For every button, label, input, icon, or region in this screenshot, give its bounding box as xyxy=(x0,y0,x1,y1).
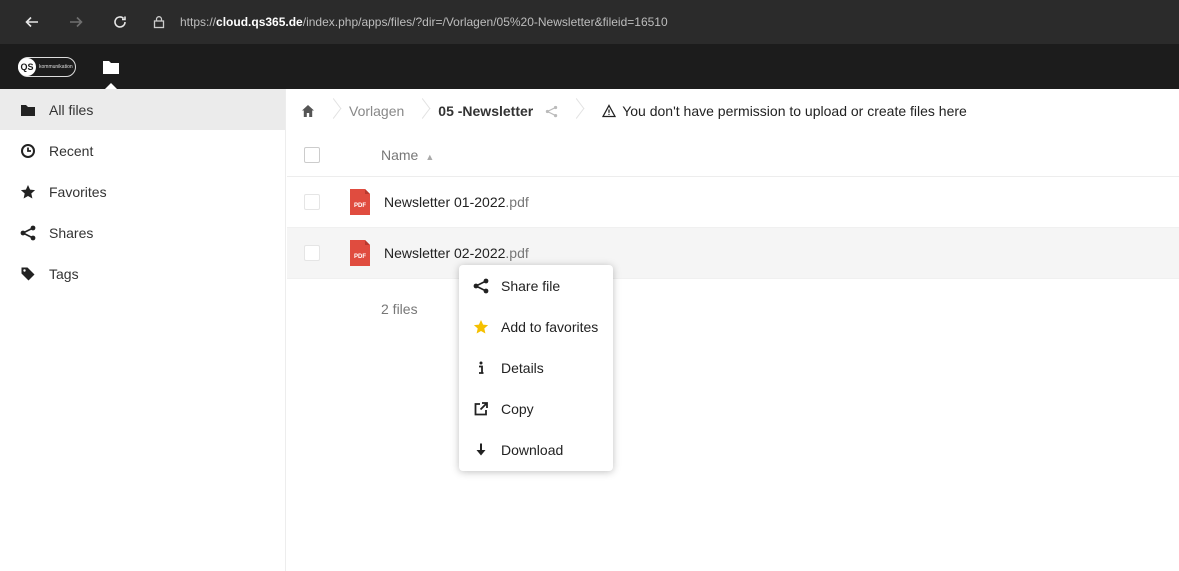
back-button[interactable] xyxy=(16,6,48,38)
app-header: QS kommunikation xyxy=(0,44,1179,89)
file-name[interactable]: Newsletter 02-2022.pdf xyxy=(384,245,529,261)
file-extension: .pdf xyxy=(505,245,529,261)
row-checkbox[interactable] xyxy=(304,194,320,210)
sidebar-item-label: All files xyxy=(49,101,94,118)
home-icon xyxy=(302,105,314,117)
sidebar-item-tags[interactable]: Tags xyxy=(0,253,285,294)
menu-item-label: Add to favorites xyxy=(501,318,599,335)
logo-badge: QS xyxy=(18,57,36,76)
sidebar-item-shares[interactable]: Shares xyxy=(0,212,285,253)
sidebar-item-recent[interactable]: Recent xyxy=(0,130,285,171)
sidebar-item-label: Tags xyxy=(49,265,79,282)
sidebar-item-label: Favorites xyxy=(49,183,107,200)
table-header: Name ▲ xyxy=(287,133,1179,177)
file-context-menu: Share file Add to favorites Details Copy… xyxy=(459,265,613,471)
permission-warning: You don't have permission to upload or c… xyxy=(602,103,967,119)
url-text: https://cloud.qs365.de/index.php/apps/fi… xyxy=(180,15,668,29)
reload-icon xyxy=(114,16,126,28)
arrow-left-icon xyxy=(25,16,38,28)
folder-icon xyxy=(103,60,119,74)
file-list-view: Vorlagen 05 -Newsletter You don't have p… xyxy=(287,89,1179,571)
menu-item-label: Download xyxy=(501,441,564,458)
clock-icon xyxy=(20,143,36,159)
breadcrumb: Vorlagen 05 -Newsletter You don't have p… xyxy=(287,89,1179,133)
share-icon xyxy=(546,105,558,117)
breadcrumb-separator xyxy=(416,98,426,124)
pdf-file-icon-label: PDF xyxy=(354,254,366,260)
name-column-header[interactable]: Name ▲ xyxy=(381,147,434,163)
home-button[interactable] xyxy=(301,104,315,118)
sidebar-item-label: Shares xyxy=(49,224,94,241)
forward-button[interactable] xyxy=(60,6,92,38)
sort-ascending-icon: ▲ xyxy=(425,151,435,162)
url-prefix: https:// xyxy=(180,15,217,29)
file-basename: Newsletter 01-2022 xyxy=(384,194,506,210)
lock-icon xyxy=(153,16,165,29)
name-header-label: Name xyxy=(381,146,419,163)
menu-item-share-file[interactable]: Share file xyxy=(459,265,613,306)
menu-item-label: Copy xyxy=(501,400,534,417)
star-icon xyxy=(20,184,36,200)
menu-item-add-to-favorites[interactable]: Add to favorites xyxy=(459,306,613,347)
pdf-file-icon: PDF xyxy=(348,240,372,266)
file-name[interactable]: Newsletter 01-2022.pdf xyxy=(384,194,529,210)
file-extension: .pdf xyxy=(505,194,529,210)
download-icon xyxy=(473,442,489,458)
files-app-button[interactable] xyxy=(102,58,120,76)
share-icon xyxy=(20,225,36,241)
menu-item-download[interactable]: Download xyxy=(459,429,613,470)
pdf-file-icon-label: PDF xyxy=(354,203,366,209)
file-basename: Newsletter 02-2022 xyxy=(384,245,506,261)
menu-item-label: Details xyxy=(501,359,544,376)
breadcrumb-separator xyxy=(327,98,337,124)
star-icon xyxy=(473,319,489,335)
permission-warning-text: You don't have permission to upload or c… xyxy=(622,103,967,119)
row-checkbox[interactable] xyxy=(304,245,320,261)
info-icon xyxy=(473,360,489,376)
logo-text: kommunikation xyxy=(39,63,73,70)
breadcrumb-item-vorlagen[interactable]: Vorlagen xyxy=(349,103,404,119)
company-logo[interactable]: QS kommunikation xyxy=(18,56,76,77)
file-count-summary: 2 files xyxy=(381,301,418,317)
external-link-icon xyxy=(473,401,489,417)
url-path: /index.php/apps/files/?dir=/Vorlagen/05%… xyxy=(302,15,668,29)
warning-icon xyxy=(602,104,617,118)
sidebar-item-favorites[interactable]: Favorites xyxy=(0,171,285,212)
table-row[interactable]: PDF Newsletter 01-2022.pdf xyxy=(287,177,1179,228)
menu-item-copy[interactable]: Copy xyxy=(459,388,613,429)
share-icon xyxy=(473,278,489,294)
menu-item-details[interactable]: Details xyxy=(459,347,613,388)
sidebar: All files Recent Favorites Shares Tags xyxy=(0,89,286,571)
reload-button[interactable] xyxy=(104,6,136,38)
select-all-checkbox[interactable] xyxy=(304,146,320,163)
url-host: cloud.qs365.de xyxy=(216,15,303,29)
arrow-right-icon xyxy=(70,16,83,28)
breadcrumb-separator xyxy=(570,98,580,124)
sidebar-item-label: Recent xyxy=(49,142,94,159)
menu-item-label: Share file xyxy=(501,277,561,294)
address-bar[interactable]: https://cloud.qs365.de/index.php/apps/fi… xyxy=(152,8,668,36)
breadcrumb-item-current[interactable]: 05 -Newsletter xyxy=(438,103,533,119)
browser-toolbar: https://cloud.qs365.de/index.php/apps/fi… xyxy=(0,0,1179,44)
sidebar-item-all-files[interactable]: All files xyxy=(0,89,285,130)
folder-share-button[interactable] xyxy=(545,105,558,118)
table-row[interactable]: PDF Newsletter 02-2022.pdf xyxy=(287,228,1179,279)
tag-icon xyxy=(20,266,36,282)
folder-icon xyxy=(20,102,36,118)
pdf-file-icon: PDF xyxy=(348,189,372,215)
